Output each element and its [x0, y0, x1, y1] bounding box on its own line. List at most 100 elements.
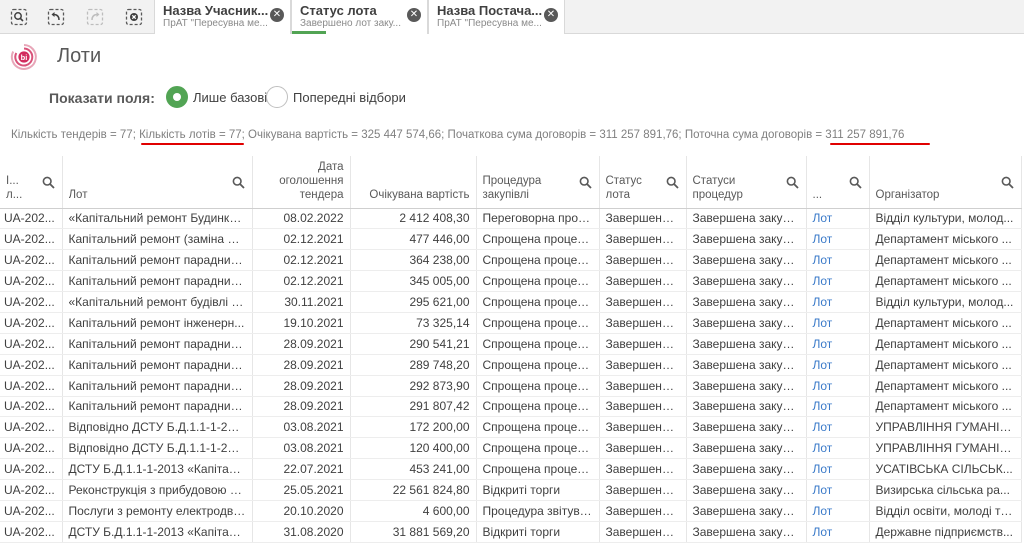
close-icon[interactable]: ✕: [544, 8, 558, 22]
table-row[interactable]: UA-202... Реконструкція з прибудовою а...…: [0, 479, 1022, 501]
header-lot[interactable]: Лот: [62, 156, 253, 209]
radio-previous-selections-label[interactable]: Попередні відбори: [293, 90, 406, 105]
cell-lot-link[interactable]: Лот: [806, 249, 870, 272]
search-icon[interactable]: [786, 176, 799, 189]
cell-expected-value: 4 600,00: [350, 500, 477, 522]
selection-chip-participant[interactable]: Назва Учасник... ПрАТ "Пересувна ме... ✕: [154, 0, 291, 34]
cell-lot-link[interactable]: Лот: [806, 396, 870, 418]
cell-organizer: УСАТІВСЬКА СІЛЬСЬК...: [869, 458, 1022, 481]
cell-lot-link[interactable]: Лот: [806, 312, 870, 334]
table-row[interactable]: UA-202... Капітальний ремонт парадних ...…: [0, 249, 1022, 272]
step-back-icon[interactable]: [47, 8, 65, 26]
search-icon[interactable]: [666, 176, 679, 189]
table-row[interactable]: UA-202... Капітальний ремонт (заміна ві..…: [0, 228, 1022, 251]
table-row[interactable]: UA-202... Капітальний ремонт парадних ...…: [0, 270, 1022, 293]
close-icon[interactable]: ✕: [407, 8, 421, 22]
cell-lot-link[interactable]: Лот: [806, 270, 870, 293]
close-icon[interactable]: ✕: [270, 8, 284, 22]
cell-organizer: Департамент міського ...: [869, 249, 1022, 272]
table-row[interactable]: UA-202... Відповідно ДСТУ Б.Д.1.1-1-201..…: [0, 416, 1022, 439]
cell-lot-link[interactable]: Лот: [806, 500, 870, 522]
cell-procedure: Спрощена процед...: [476, 270, 600, 293]
header-organizer[interactable]: Організатор: [869, 156, 1022, 209]
radio-basic-only[interactable]: [166, 86, 188, 108]
table-row[interactable]: UA-202... Капітальний ремонт парадних ...…: [0, 333, 1022, 355]
cell-lot-link[interactable]: Лот: [806, 208, 870, 230]
cell-lot-link[interactable]: Лот: [806, 521, 870, 543]
radio-basic-only-label[interactable]: Лише базові: [193, 90, 267, 105]
cell-lot-link[interactable]: Лот: [806, 333, 870, 355]
cell-lot: Капітальний ремонт парадних ...: [62, 333, 253, 355]
cell-lot-link[interactable]: Лот: [806, 479, 870, 501]
cell-lot: Реконструкція з прибудовою а...: [62, 479, 253, 501]
cell-lot-link[interactable]: Лот: [806, 437, 870, 460]
table-row[interactable]: UA-202... Відповідно ДСТУ Б.Д.1.1-1-201..…: [0, 437, 1022, 460]
table-row[interactable]: UA-202... «Капітальний ремонт Будинку ...…: [0, 208, 1022, 230]
cell-lot-link[interactable]: Лот: [806, 375, 870, 397]
cell-procedure-status: Завершена закупі...: [686, 249, 807, 272]
table-row[interactable]: UA-202... ДСТУ Б.Д.1.1-1-2013 «Капіталь..…: [0, 458, 1022, 481]
cell-organizer: Департамент міського ...: [869, 270, 1022, 293]
cell-lot-link[interactable]: Лот: [806, 416, 870, 439]
selection-value: ПрАТ "Пересувна ме...: [163, 18, 268, 29]
clear-selections-icon[interactable]: [125, 8, 143, 26]
cell-id: UA-202...: [0, 333, 63, 355]
cell-id: UA-202...: [0, 312, 63, 334]
cell-expected-value: 22 561 824,80: [350, 479, 477, 501]
header-procedure[interactable]: Процедура закупівлі: [476, 156, 600, 209]
search-icon[interactable]: [42, 176, 55, 189]
header-id[interactable]: І... л...: [0, 156, 63, 209]
cell-expected-value: 477 446,00: [350, 228, 477, 251]
cell-date: 28.09.2021: [252, 396, 351, 418]
cell-expected-value: 364 238,00: [350, 249, 477, 272]
smart-search-icon[interactable]: [10, 8, 28, 26]
selection-chip-supplier[interactable]: Назва Постача... ПрАТ "Пересувна ме... ✕: [428, 0, 565, 34]
cell-lot: «Капітальний ремонт Будинку ...: [62, 208, 253, 230]
cell-lot-link[interactable]: Лот: [806, 228, 870, 251]
cell-expected-value: 291 807,42: [350, 396, 477, 418]
table-row[interactable]: UA-202... Капітальний ремонт інженерн... 1…: [0, 312, 1022, 334]
cell-lot-status: Завершено ...: [599, 333, 687, 355]
search-icon[interactable]: [232, 176, 245, 189]
table-row[interactable]: UA-202... Послуги з ремонту електродви...…: [0, 500, 1022, 522]
cell-date: 28.09.2021: [252, 333, 351, 355]
header-announcement-date[interactable]: Дата оголошення тендера: [252, 156, 351, 209]
highlight-underline-current-sum: [830, 143, 930, 145]
top-toolbar: Назва Учасник... ПрАТ "Пересувна ме... ✕…: [0, 0, 1024, 34]
header-link[interactable]: ...: [806, 156, 870, 209]
table-row[interactable]: UA-202... «Капітальний ремонт будівлі Б..…: [0, 291, 1022, 313]
cell-lot-link[interactable]: Лот: [806, 458, 870, 481]
table-row[interactable]: UA-202... Капітальний ремонт парадних ...…: [0, 396, 1022, 418]
search-icon[interactable]: [1001, 176, 1014, 189]
cell-date: 02.12.2021: [252, 270, 351, 293]
selection-chip-lot-status[interactable]: Статус лота Завершено лот заку... ✕: [291, 0, 428, 34]
header-procedure-statuses[interactable]: Статуси процедур: [686, 156, 807, 209]
cell-organizer: Департамент міського ...: [869, 354, 1022, 376]
search-icon[interactable]: [579, 176, 592, 189]
header-expected-value[interactable]: Очікувана вартість: [350, 156, 477, 209]
header-lot-status[interactable]: Статус лота: [599, 156, 687, 209]
cell-procedure-status: Завершена закупі...: [686, 500, 807, 522]
cell-procedure-status: Завершена закупі...: [686, 208, 807, 230]
cell-lot-status: Завершено ...: [599, 416, 687, 439]
cell-expected-value: 172 200,00: [350, 416, 477, 439]
cell-lot-link[interactable]: Лот: [806, 291, 870, 313]
radio-previous-selections[interactable]: [266, 86, 288, 108]
cell-organizer: Державне підприємств...: [869, 521, 1022, 543]
search-icon[interactable]: [849, 176, 862, 189]
cell-procedure-status: Завершена закупі...: [686, 521, 807, 543]
cell-date: 03.08.2021: [252, 416, 351, 439]
step-forward-icon[interactable]: [86, 8, 104, 26]
table-row[interactable]: UA-202... ДСТУ Б.Д.1.1-1-2013 «Капіталь..…: [0, 521, 1022, 543]
table-row[interactable]: UA-202... Капітальний ремонт парадних ...…: [0, 375, 1022, 397]
cell-lot-status: Завершено ...: [599, 500, 687, 522]
cell-procedure-status: Завершена закупі...: [686, 270, 807, 293]
cell-lot: Послуги з ремонту електродви...: [62, 500, 253, 522]
cell-date: 25.05.2021: [252, 479, 351, 501]
cell-expected-value: 292 873,90: [350, 375, 477, 397]
cell-lot-link[interactable]: Лот: [806, 354, 870, 376]
kpi-lots: Кількість лотів = 77: [139, 129, 242, 141]
cell-date: 31.08.2020: [252, 521, 351, 543]
cell-procedure-status: Завершена закупі...: [686, 354, 807, 376]
table-row[interactable]: UA-202... Капітальний ремонт парадних ...…: [0, 354, 1022, 376]
